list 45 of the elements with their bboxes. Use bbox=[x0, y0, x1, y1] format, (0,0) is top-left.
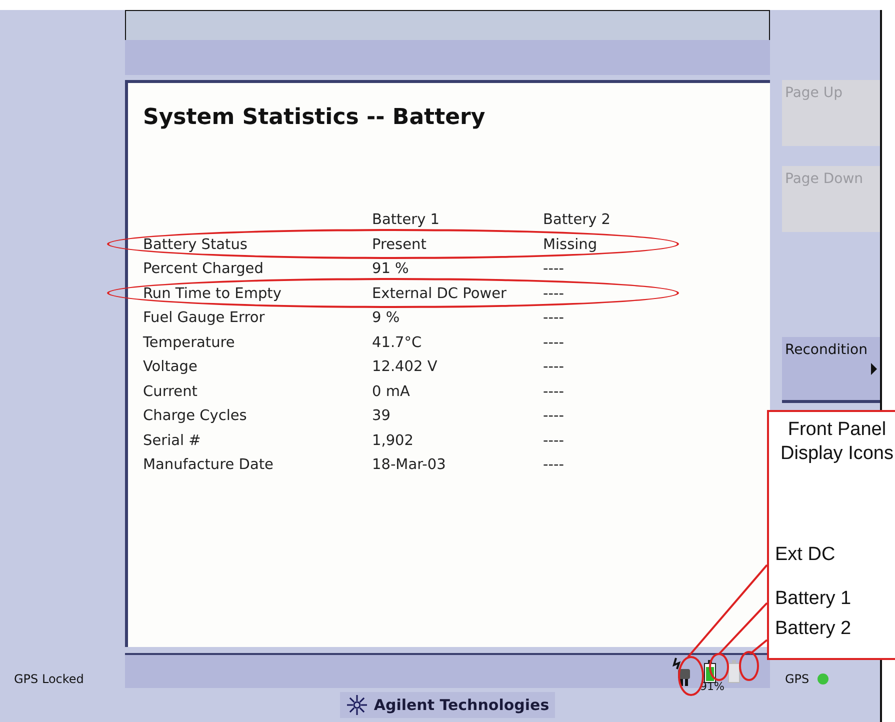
column-header: Battery 2 bbox=[543, 212, 612, 228]
table-cell-text: 41.7°C bbox=[372, 334, 423, 351]
table-cell-text: ---- bbox=[543, 261, 565, 278]
screen-title: System Statistics -- Battery bbox=[143, 105, 486, 130]
row-label: Serial # bbox=[143, 432, 202, 449]
spark-icon bbox=[346, 694, 368, 716]
table-cell-text: ---- bbox=[543, 408, 565, 424]
callout-title: Front Panel Display Icons bbox=[780, 418, 894, 466]
table-cell-text: Missing bbox=[543, 236, 598, 253]
table-cell-text: ---- bbox=[543, 384, 565, 400]
row-label: Battery Status bbox=[143, 236, 248, 253]
column-header: Battery 1 bbox=[372, 212, 441, 228]
softkey-button[interactable]: Recondition bbox=[782, 337, 880, 403]
table-cell-text: External DC Power bbox=[372, 286, 508, 302]
row-label: Temperature bbox=[143, 334, 236, 351]
row-label: Charge Cycles bbox=[143, 408, 248, 424]
table-cell-text: 9 % bbox=[372, 310, 401, 326]
table-cell-text: ---- bbox=[543, 334, 565, 351]
row-label: Voltage bbox=[143, 359, 198, 376]
gps-status-text: GPS Locked bbox=[13, 672, 85, 686]
table-cell-text: 1,902 bbox=[372, 432, 415, 449]
row-label: Percent Charged bbox=[143, 261, 264, 278]
table-cell-text: ---- bbox=[543, 432, 565, 449]
callout-label: Battery 2 bbox=[775, 618, 852, 640]
callout-label: Battery 1 bbox=[775, 588, 852, 610]
highlight-ellipse bbox=[709, 653, 729, 681]
table-cell-text: 12.402 V bbox=[372, 359, 438, 376]
row-label: Manufacture Date bbox=[143, 457, 274, 474]
table-cell-text: 39 bbox=[372, 408, 392, 424]
row-label: Fuel Gauge Error bbox=[143, 310, 266, 326]
table-cell-text: 0 mA bbox=[372, 384, 411, 400]
table-cell-text: ---- bbox=[543, 310, 565, 326]
gps-label: GPS bbox=[784, 672, 810, 686]
table-cell-text: ---- bbox=[543, 457, 565, 474]
table-cell-text: Present bbox=[372, 236, 428, 253]
row-label: Current bbox=[143, 384, 198, 400]
callout-label: Ext DC bbox=[775, 544, 836, 566]
table-cell-text: ---- bbox=[543, 359, 565, 376]
highlight-ellipse bbox=[739, 651, 759, 681]
plug-icon bbox=[672, 656, 692, 686]
table-cell-text: ---- bbox=[543, 286, 565, 302]
brand-logo: Agilent Technologies bbox=[340, 692, 556, 718]
table-cell-text: 91 % bbox=[372, 261, 410, 278]
row-label: Run Time to Empty bbox=[143, 286, 282, 302]
table-cell-text: 18-Mar-03 bbox=[372, 457, 447, 474]
